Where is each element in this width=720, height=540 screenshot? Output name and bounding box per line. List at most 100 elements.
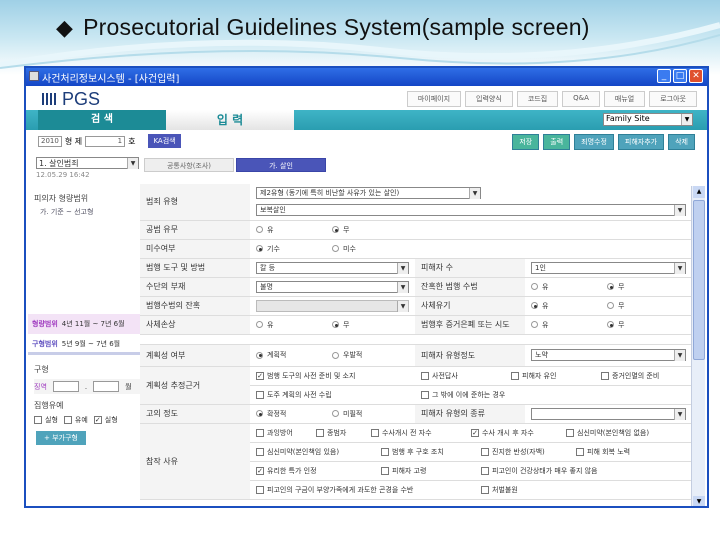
victim-kind-select[interactable]: ▼: [531, 407, 686, 420]
victim-type-select[interactable]: 노약 ▼: [531, 349, 686, 361]
app-window: 사건처리정보시스템 - [사건입력] _ □ ✕ PGS 마이페이지 입력양식 코드…: [24, 66, 709, 508]
radio-option[interactable]: 유: [256, 225, 316, 235]
means-label: 수단의 부재: [140, 277, 250, 297]
checkbox-option[interactable]: 사전답사: [421, 371, 511, 381]
corpse-abandon-label: 사체유기: [415, 296, 525, 316]
radio-option[interactable]: 무: [607, 301, 667, 311]
means-select[interactable]: 불명 ▼: [256, 280, 409, 293]
checkbox-option[interactable]: 증거인멸의 준비: [601, 371, 659, 381]
ka-search-button[interactable]: KA검색: [148, 134, 181, 148]
case-number-input[interactable]: 1: [85, 135, 126, 147]
maximize-icon[interactable]: □: [673, 69, 687, 83]
execution-option[interactable]: 유예: [63, 415, 88, 425]
radio-option[interactable]: 무: [607, 282, 667, 292]
diamond-bullet-icon: ◆: [56, 15, 74, 40]
radio-option[interactable]: 미필적: [332, 409, 392, 419]
close-icon[interactable]: ✕: [689, 69, 703, 83]
radio-option[interactable]: 계획적: [256, 350, 316, 360]
link-manual[interactable]: 매뉴얼: [603, 91, 646, 107]
intent-label: 고의 정도: [140, 404, 250, 424]
window-titlebar: 사건처리정보시스템 - [사건입력] _ □ ✕: [26, 68, 707, 86]
sentencing-form: 범죄 유형 제2유형 (동기에 특히 비난할 사유가 있는 살인) ▼ 보복살인 ▼ …: [140, 184, 692, 500]
victim-kind-label: 피해자 유형의 종류: [415, 404, 525, 424]
slide-title-text: Prosecutorial Guidelines System(sample s…: [83, 14, 590, 40]
scrollbar-thumb[interactable]: [693, 200, 705, 360]
checkbox-option[interactable]: 처벌불원: [481, 485, 518, 495]
add-sentence-button[interactable]: + 부가구형: [36, 431, 86, 445]
accomplice-label: 공범 유무: [140, 220, 250, 240]
save-button[interactable]: 저장: [512, 134, 540, 150]
tab-input[interactable]: 입 력: [166, 110, 294, 130]
checkbox-option[interactable]: 도주 계획의 사전 수립: [256, 390, 421, 400]
cruelty-label: 잔혹한 범행 수법: [415, 277, 525, 297]
case-suffix: 호: [128, 136, 136, 146]
radio-option[interactable]: 우발적: [332, 350, 392, 360]
checkbox-option[interactable]: 종범자: [316, 428, 371, 438]
checkbox-option[interactable]: 진지한 반성(자백): [481, 447, 576, 457]
crime-type-select[interactable]: 제2유형 (동기에 특히 비난할 사유가 있는 살인) ▼: [256, 187, 481, 200]
method-select[interactable]: ▼: [256, 299, 409, 312]
radio-option[interactable]: 무: [332, 225, 392, 235]
radio-option[interactable]: 유: [531, 301, 591, 311]
radio-option[interactable]: 무: [607, 320, 667, 330]
radio-option[interactable]: 유: [531, 282, 591, 292]
execution-option[interactable]: ✓ 실형: [93, 415, 118, 425]
checkbox-option[interactable]: 심신미약(본인책임 없음): [566, 428, 649, 438]
window-title: 사건처리정보시스템 - [사건입력]: [42, 74, 180, 85]
print-button[interactable]: 출력: [543, 134, 571, 150]
checkbox-option[interactable]: 피해 회복 노력: [576, 447, 630, 457]
radio-option[interactable]: 확정적: [256, 409, 316, 419]
radio-option[interactable]: 유: [531, 320, 591, 330]
vertical-scrollbar[interactable]: ▲ ▼: [691, 186, 705, 506]
checkbox-option[interactable]: 피고인이 건강상태가 매우 좋지 않음: [481, 466, 598, 476]
checkbox-option[interactable]: 피해자 유인: [511, 371, 601, 381]
delete-button[interactable]: 삭제: [668, 134, 695, 150]
minimize-icon[interactable]: _: [657, 69, 671, 83]
checkbox-option[interactable]: 그 밖에 이에 준하는 경우: [421, 390, 505, 400]
radio-option[interactable]: 무: [332, 320, 392, 330]
main-nav: 검 색 입 력 Family Site ▼: [26, 110, 707, 130]
edit-charge-button[interactable]: 죄명수정: [574, 134, 614, 150]
scroll-down-icon[interactable]: ▼: [693, 496, 705, 506]
method-label: 범행수법의 잔혹: [140, 296, 250, 316]
link-input-form[interactable]: 입력양식: [465, 91, 513, 107]
checkbox-option[interactable]: 범행 후 구호 조치: [381, 447, 481, 457]
tool-select[interactable]: 칼 등 ▼: [256, 261, 409, 274]
checkbox-option[interactable]: ✓ 수사 개시 후 자수: [471, 428, 566, 438]
pgs-logo[interactable]: PGS: [42, 89, 100, 110]
checkbox-option[interactable]: 과잉방어: [256, 428, 316, 438]
tool-label: 범행 도구 및 방법: [140, 258, 250, 278]
radio-option[interactable]: 기수: [256, 244, 316, 254]
radio-option[interactable]: 미수: [332, 244, 392, 254]
link-logout[interactable]: 로그아웃: [649, 91, 697, 107]
link-qna[interactable]: Q&A: [562, 91, 600, 107]
family-site-select[interactable]: Family Site ▼: [603, 113, 693, 126]
sentence-months-input[interactable]: [93, 381, 120, 392]
checkbox-option[interactable]: 수사개시 전 자수: [371, 428, 471, 438]
chevron-down-icon: ▼: [127, 158, 138, 169]
crime-select[interactable]: 1. 살인범죄 ▼: [36, 157, 139, 169]
radio-option[interactable]: 유: [256, 320, 316, 330]
victim-count-select[interactable]: 1인 ▼: [531, 261, 686, 274]
sentence-years-input[interactable]: [52, 381, 79, 392]
checkbox-option[interactable]: ✓ 유리한 특가 인정: [256, 466, 381, 476]
tab-search[interactable]: 검 색: [38, 110, 166, 130]
execution-option[interactable]: 실형: [34, 415, 58, 425]
slide-title: ◆ Prosecutorial Guidelines System(sample …: [56, 14, 590, 41]
checkbox-option[interactable]: ✓ 범행 도구의 사전 준비 및 소지: [256, 371, 421, 381]
crime-subtype-select[interactable]: 보복살인 ▼: [256, 204, 686, 217]
link-mypage[interactable]: 마이페이지: [406, 91, 462, 107]
checkbox-option[interactable]: 피고인의 구금이 부양가족에게 과도한 곤경을 수반: [256, 485, 481, 495]
add-victim-button[interactable]: 피해자추가: [617, 134, 665, 150]
link-codebook[interactable]: 코드집: [516, 91, 559, 107]
app-icon: [29, 71, 39, 81]
tab-murder[interactable]: 가. 살인: [236, 158, 326, 172]
scroll-up-icon[interactable]: ▲: [693, 186, 705, 198]
tab-common[interactable]: 공통사항(조사): [144, 158, 234, 172]
corpse-damage-label: 사체손상: [140, 315, 250, 335]
checkbox-option[interactable]: 심신미약(본인책임 있음): [256, 447, 381, 457]
plan-basis-label: 계획성 추정근거: [140, 366, 250, 405]
case-year-input[interactable]: 2010: [38, 135, 62, 147]
chevron-down-icon: ▼: [681, 114, 692, 125]
checkbox-option[interactable]: 피해자 고령: [381, 466, 481, 476]
